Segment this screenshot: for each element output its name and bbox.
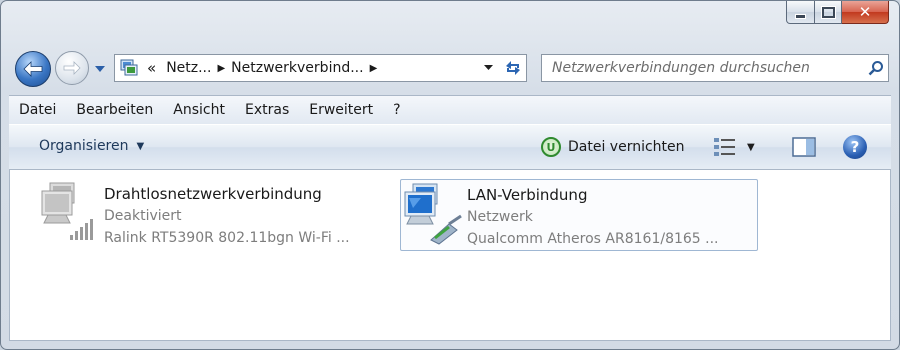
refresh-button[interactable] bbox=[498, 54, 528, 82]
close-icon: ✕ bbox=[858, 3, 872, 21]
shredder-icon: U bbox=[541, 137, 561, 157]
connection-device: Ralink RT5390R 802.11bgn Wi-Fi ... bbox=[104, 230, 350, 246]
help-button[interactable]: ? bbox=[843, 135, 867, 159]
back-arrow-icon bbox=[23, 61, 43, 77]
connection-item-wireless[interactable]: Drahtlosnetzwerkverbindung Deaktiviert R… bbox=[38, 179, 398, 251]
preview-pane-icon bbox=[792, 137, 816, 157]
command-bar: Organisieren ▼ U Datei vernichten ▼ ? bbox=[9, 124, 891, 170]
connection-status: Deaktiviert bbox=[104, 208, 182, 224]
explorer-window: ✕ « Netz... ▶ Netzwerkverbind... ▶ Netzw… bbox=[0, 0, 900, 350]
search-box[interactable] bbox=[541, 54, 889, 82]
menu-datei[interactable]: Datei bbox=[9, 102, 66, 118]
organize-label: Organisieren bbox=[39, 138, 129, 154]
navigation-bar: « Netz... ▶ Netzwerkverbind... ▶ bbox=[1, 45, 899, 89]
chevron-down-icon: ▼ bbox=[747, 141, 755, 153]
search-input[interactable] bbox=[542, 59, 864, 77]
maximize-button[interactable] bbox=[815, 1, 842, 24]
view-details-icon bbox=[714, 138, 735, 156]
chevron-down-icon: ▼ bbox=[136, 140, 145, 152]
menu-bearbeiten[interactable]: Bearbeiten bbox=[66, 102, 163, 118]
connection-name: LAN-Verbindung bbox=[467, 186, 588, 204]
preview-pane-button[interactable] bbox=[791, 136, 817, 158]
breadcrumb-netz[interactable]: Netz... bbox=[166, 60, 211, 76]
maximize-icon bbox=[821, 6, 835, 18]
menu-extras[interactable]: Extras bbox=[235, 102, 299, 118]
refresh-icon bbox=[506, 61, 520, 75]
delete-file-label: Datei vernichten bbox=[568, 139, 685, 155]
menu-bar: Datei Bearbeiten Ansicht Extras Erweiter… bbox=[9, 95, 891, 124]
delete-file-button[interactable]: U Datei vernichten bbox=[541, 137, 685, 157]
menu-ansicht[interactable]: Ansicht bbox=[163, 102, 235, 118]
connection-device: Qualcomm Atheros AR8161/8165 ... bbox=[467, 231, 719, 247]
connection-name: Drahtlosnetzwerkverbindung bbox=[104, 185, 322, 203]
menu-erweitert[interactable]: Erweitert bbox=[299, 102, 383, 118]
search-icon[interactable] bbox=[864, 56, 888, 80]
help-icon: ? bbox=[850, 138, 860, 156]
network-connections-folder-icon bbox=[119, 58, 139, 78]
forward-button[interactable] bbox=[55, 51, 89, 85]
breadcrumb-netzwerkverbindungen[interactable]: Netzwerkverbind... bbox=[231, 60, 363, 76]
recent-pages-dropdown[interactable] bbox=[93, 62, 107, 76]
window-controls: ✕ bbox=[786, 1, 889, 25]
connections-list: Drahtlosnetzwerkverbindung Deaktiviert R… bbox=[9, 169, 891, 341]
address-bar[interactable]: « Netz... ▶ Netzwerkverbind... ▶ bbox=[114, 54, 527, 82]
change-view-button[interactable]: ▼ bbox=[713, 137, 755, 157]
connection-status: Netzwerk bbox=[467, 209, 533, 225]
close-button[interactable]: ✕ bbox=[842, 1, 889, 24]
address-overflow-chevron[interactable]: « bbox=[147, 59, 156, 77]
back-button[interactable] bbox=[15, 51, 51, 87]
wireless-adapter-icon bbox=[38, 179, 104, 245]
address-history-dropdown[interactable] bbox=[478, 56, 498, 80]
menu-help[interactable]: ? bbox=[383, 102, 410, 118]
minimize-icon bbox=[795, 13, 806, 19]
breadcrumb-separator[interactable]: ▶ bbox=[217, 63, 225, 74]
connection-item-lan[interactable]: LAN-Verbindung Netzwerk Qualcomm Atheros… bbox=[400, 179, 758, 251]
organize-button[interactable]: Organisieren ▼ bbox=[39, 138, 144, 154]
minimize-button[interactable] bbox=[786, 1, 815, 24]
breadcrumb-separator[interactable]: ▶ bbox=[370, 63, 378, 74]
lan-adapter-icon bbox=[401, 180, 467, 246]
forward-arrow-icon bbox=[63, 61, 81, 75]
chevron-down-icon bbox=[95, 65, 105, 72]
chevron-down-icon bbox=[483, 65, 493, 70]
